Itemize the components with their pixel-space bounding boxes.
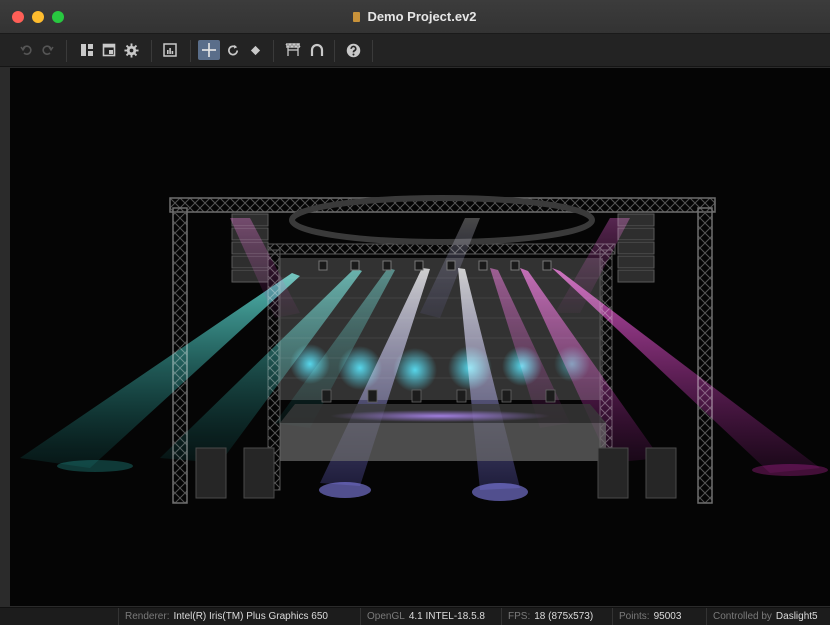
title-bar: Demo Project.ev2 xyxy=(0,0,830,34)
controlled-label: Controlled by xyxy=(713,611,772,622)
document-icon xyxy=(353,12,361,22)
focus-tool-button[interactable] xyxy=(246,40,264,60)
window-title-text: Demo Project.ev2 xyxy=(367,9,477,24)
renderer-value: Intel(R) Iris(TM) Plus Graphics 650 xyxy=(173,611,328,622)
redo-icon xyxy=(42,45,54,55)
diamond-icon xyxy=(250,45,260,55)
truss-icon xyxy=(285,43,301,56)
app-window: Demo Project.ev2 Renderer: Intel(R) Iris… xyxy=(0,0,830,625)
redo-button[interactable] xyxy=(40,40,56,60)
truss-button[interactable] xyxy=(283,40,303,60)
magnet-button[interactable] xyxy=(308,40,326,60)
settings-button[interactable] xyxy=(122,40,140,60)
window-icon xyxy=(102,43,116,57)
chart-icon xyxy=(163,43,177,57)
toolbar-separator xyxy=(334,40,335,62)
points-status: Points: 95003 xyxy=(612,608,681,625)
fps-label: FPS: xyxy=(508,611,531,622)
rotate-tool-button[interactable] xyxy=(224,40,242,60)
gear-icon xyxy=(123,42,139,58)
undo-icon xyxy=(20,45,32,55)
opengl-value: 4.1 INTEL-18.5.8 xyxy=(408,611,485,622)
opengl-label: OpenGL xyxy=(367,611,405,622)
toolbar xyxy=(0,34,830,67)
fps-value: 18 (875x573) xyxy=(534,611,594,622)
status-bar: Renderer: Intel(R) Iris(TM) Plus Graphics… xyxy=(0,607,830,625)
controlled-value: Daslight5 xyxy=(775,611,818,622)
rotate-icon xyxy=(227,44,238,55)
help-button[interactable] xyxy=(343,40,363,60)
window-button[interactable] xyxy=(100,40,118,60)
layout-button[interactable] xyxy=(78,40,96,60)
renderer-status: Renderer: Intel(R) Iris(TM) Plus Graphics… xyxy=(118,608,328,625)
3d-viewport[interactable] xyxy=(10,68,830,606)
toolbar-separator xyxy=(66,40,67,62)
toolbar-separator xyxy=(372,40,373,62)
move-icon xyxy=(202,43,216,57)
renderer-label: Renderer: xyxy=(125,611,170,622)
points-label: Points: xyxy=(619,611,650,622)
toolbar-separator xyxy=(273,40,274,62)
controller-status: Controlled by Daslight5 xyxy=(706,608,818,625)
magnet-icon xyxy=(310,43,324,56)
window-title: Demo Project.ev2 xyxy=(0,9,830,24)
undo-button[interactable] xyxy=(18,40,34,60)
move-tool-button[interactable] xyxy=(198,40,220,60)
fps-status: FPS: 18 (875x573) xyxy=(501,608,593,625)
stats-button[interactable] xyxy=(161,40,179,60)
toolbar-separator xyxy=(190,40,191,62)
opengl-status: OpenGL 4.1 INTEL-18.5.8 xyxy=(360,608,485,625)
stage-render xyxy=(20,195,828,504)
layout-icon xyxy=(81,44,93,56)
points-value: 95003 xyxy=(653,611,682,622)
toolbar-separator xyxy=(151,40,152,62)
help-icon xyxy=(346,43,360,57)
